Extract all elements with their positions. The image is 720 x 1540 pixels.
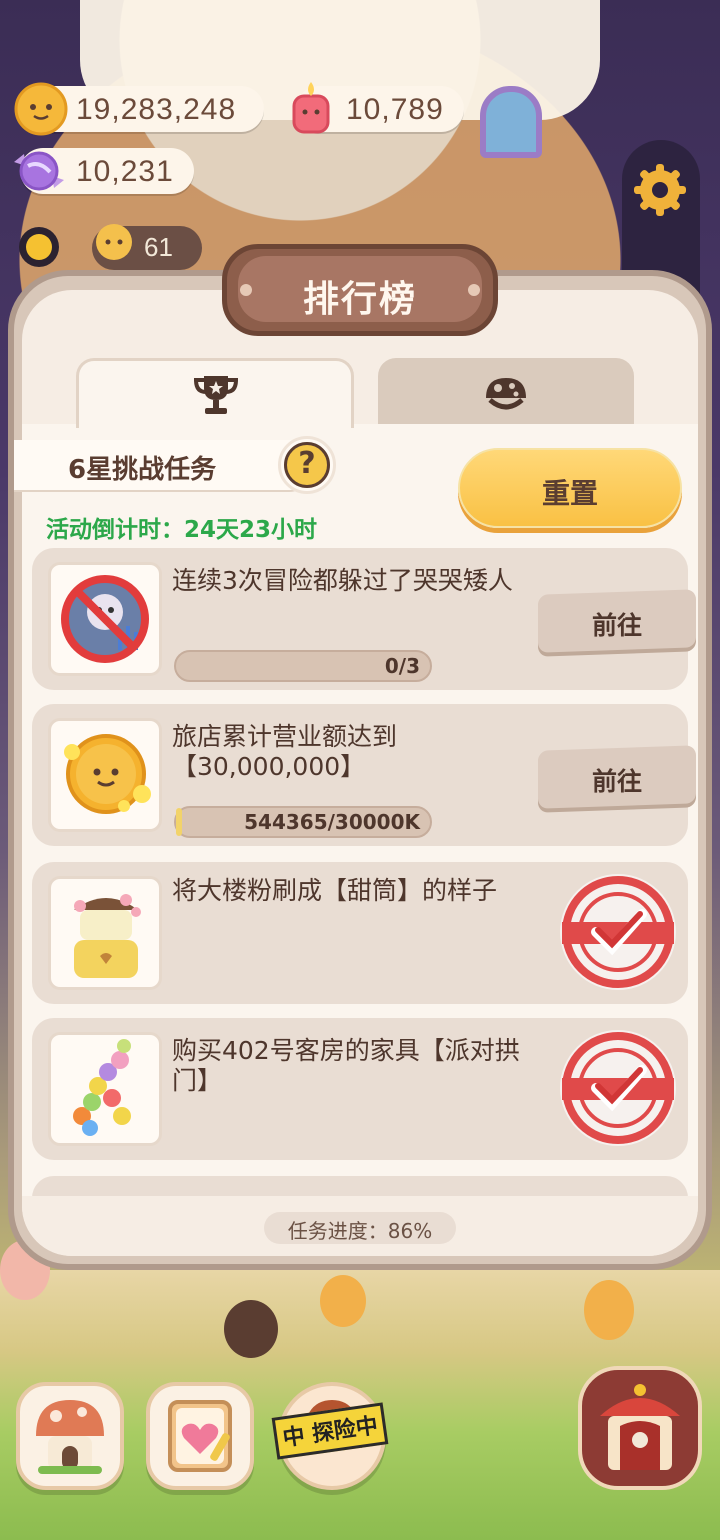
mushroom-house-icon [36,1400,104,1474]
gold-cookie-icon [64,734,151,814]
task-progress-bar: 0/3 [174,650,432,682]
task-description: 旅店累计营业额达到【30,000,000】 [172,722,398,781]
gem-candle-icon [292,82,330,134]
candy-value: 10,231 [76,155,174,188]
coin-value: 19,283,248 [76,93,237,126]
event-countdown: 活动倒计时：24天23小时 [46,517,318,543]
heart-notebook-icon [168,1400,232,1472]
go-button-label[interactable]: 前往 [538,762,696,798]
trophy-icon [193,376,239,414]
settings-gear-icon[interactable] [630,160,690,220]
completed-stamp-icon [560,1030,676,1146]
background-character [224,1300,278,1358]
go-button-label[interactable]: 前往 [538,606,696,642]
background-window [480,86,542,158]
background-character [320,1275,366,1327]
task-description: 购买402号客房的家具【派对拱门】 [172,1036,520,1095]
task-progress-text: 0/3 [384,654,420,678]
overall-progress: 任务进度：86% [287,1219,433,1243]
completed-stamp-icon [560,874,676,990]
task-progress-text: 544365/30000K [244,810,420,834]
level-value: 61 [144,232,173,262]
task-description: 将大楼粉刷成【甜筒】的样子 [172,876,498,905]
background-character [584,1280,634,1340]
reset-button-label[interactable]: 重置 [458,472,682,512]
mushroom-icon [486,378,526,410]
task-progress-bar: 544365/30000K [174,806,432,838]
gem-value: 10,789 [346,93,444,126]
circus-tent-icon [600,1384,680,1470]
avatar-icon [96,224,132,260]
task-progress-fill [176,808,182,836]
no-crying-dwarf-icon [61,575,149,663]
cone-house-icon [74,894,141,978]
task-description: 连续3次冒险都躲过了哭哭矮人 [172,566,513,595]
help-icon[interactable]: ? [284,442,330,488]
coin-cookie-icon [14,82,68,136]
sun-badge-icon [19,227,59,267]
challenge-label: 6星挑战任务 [68,455,217,485]
party-arch-icon [73,1039,131,1136]
panel-title: 排行榜 [302,279,417,320]
candy-icon [14,151,64,191]
